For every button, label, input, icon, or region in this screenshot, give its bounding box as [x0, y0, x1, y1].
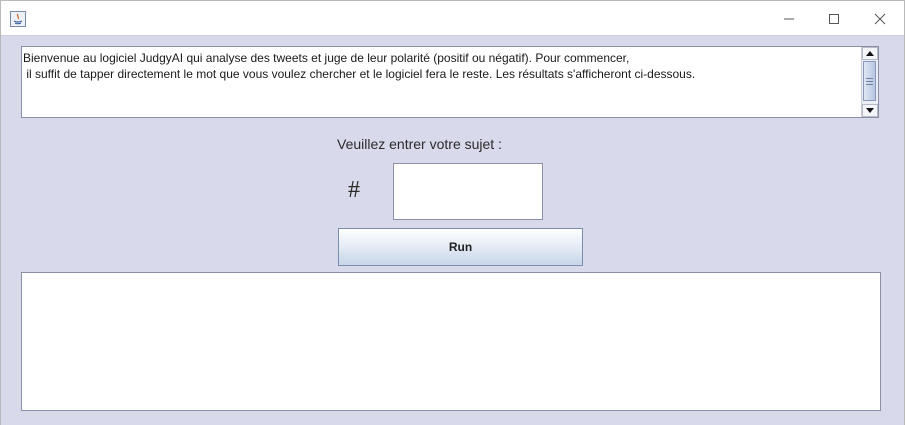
- minimize-button[interactable]: [766, 7, 812, 31]
- run-button[interactable]: Run: [338, 228, 583, 266]
- scrollbar-thumb[interactable]: [863, 61, 876, 101]
- close-button[interactable]: [857, 7, 903, 31]
- thumb-grip-line: [866, 78, 873, 79]
- maximize-button[interactable]: [811, 7, 857, 31]
- subject-prompt-label: Veuillez entrer votre sujet :: [337, 136, 502, 152]
- main-panel: Bienvenue au logiciel JudgyAI qui analys…: [1, 35, 904, 425]
- thumb-grip-line: [866, 81, 873, 82]
- arrow-down-icon: [866, 108, 874, 113]
- thumb-grip-line: [866, 84, 873, 85]
- scroll-down-button[interactable]: [862, 104, 878, 117]
- intro-text: Bienvenue au logiciel JudgyAI qui analys…: [23, 51, 696, 81]
- title-bar[interactable]: [1, 1, 904, 35]
- minimize-icon: [784, 18, 794, 20]
- close-icon: [874, 13, 886, 25]
- intro-text-area[interactable]: Bienvenue au logiciel JudgyAI qui analys…: [21, 46, 879, 118]
- vertical-scrollbar[interactable]: [861, 47, 878, 117]
- java-app-icon[interactable]: [10, 11, 26, 27]
- subject-input[interactable]: [393, 163, 543, 220]
- hashtag-symbol: #: [348, 177, 360, 203]
- arrow-up-icon: [866, 51, 874, 56]
- scroll-up-button[interactable]: [862, 47, 878, 60]
- app-window: Bienvenue au logiciel JudgyAI qui analys…: [0, 0, 905, 425]
- results-text-area[interactable]: [21, 272, 881, 411]
- maximize-icon: [829, 14, 839, 24]
